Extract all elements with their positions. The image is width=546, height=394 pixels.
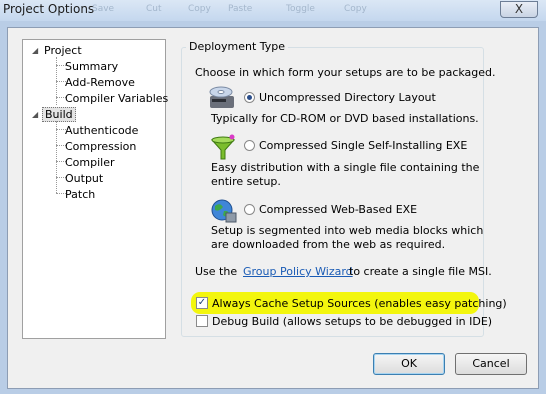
options-tree[interactable]: ◢ Project Summary Add-Remove Compiler Va… [22, 39, 168, 339]
always-cache-checkbox[interactable]: ✓ [196, 297, 208, 309]
group-policy-wizard-link[interactable]: Group Policy Wizard [243, 265, 353, 278]
deployment-type-legend: Deployment Type [186, 40, 289, 53]
background-toolbar-label: Cut [146, 4, 162, 14]
web-exe-desc-line2: are downloaded from the web as required. [211, 238, 446, 251]
single-exe-radio[interactable] [244, 140, 255, 151]
collapse-arrow-icon[interactable]: ◢ [32, 110, 38, 119]
uncompressed-desc: Typically for CD-ROM or DVD based instal… [211, 112, 479, 125]
web-exe-desc-line1: Setup is segmented into web media blocks… [211, 224, 484, 237]
window-title: Project Options [3, 2, 95, 16]
project-options-window: Project Options Save Cut Copy Paste Togg… [0, 0, 546, 394]
uncompressed-label[interactable]: Uncompressed Directory Layout [259, 91, 436, 104]
tree-item-project[interactable]: Project [44, 44, 82, 57]
background-toolbar-label: Paste [228, 4, 253, 14]
tree-item-compression[interactable]: Compression [65, 140, 136, 153]
close-icon: X [514, 2, 524, 16]
web-exe-radio[interactable] [244, 204, 255, 215]
single-exe-desc-line1: Easy distribution with a single file con… [211, 161, 480, 174]
collapse-arrow-icon[interactable]: ◢ [32, 46, 38, 55]
funnel-icon [210, 134, 236, 160]
close-button[interactable]: X [500, 1, 538, 18]
tree-item-patch[interactable]: Patch [65, 188, 95, 201]
tree-item-add-remove[interactable]: Add-Remove [65, 76, 135, 89]
group-policy-prefix: Use the [195, 265, 238, 278]
deployment-intro-text: Choose in which form your setups are to … [195, 66, 496, 79]
uncompressed-radio[interactable] [244, 92, 255, 103]
group-policy-suffix: to create a single file MSI. [349, 265, 492, 278]
single-exe-label[interactable]: Compressed Single Self-Installing EXE [259, 139, 467, 152]
tree-item-compiler[interactable]: Compiler [65, 156, 115, 169]
single-exe-desc-line2: entire setup. [211, 175, 281, 188]
background-toolbar-label: Toggle [286, 4, 315, 14]
always-cache-label[interactable]: Always Cache Setup Sources (enables easy… [212, 297, 507, 310]
tree-item-output[interactable]: Output [65, 172, 103, 185]
background-toolbar-label: Copy [188, 4, 211, 14]
debug-build-label[interactable]: Debug Build (allows setups to be debugge… [212, 315, 492, 328]
tree-connector [56, 121, 57, 193]
tree-item-summary[interactable]: Summary [65, 60, 118, 73]
tree-item-compiler-variables[interactable]: Compiler Variables [65, 92, 168, 105]
background-toolbar-label: Copy [344, 4, 367, 14]
web-exe-label[interactable]: Compressed Web-Based EXE [259, 203, 417, 216]
ok-button[interactable]: OK [373, 353, 445, 375]
background-toolbar-label: Save [92, 4, 115, 14]
tree-item-build[interactable]: Build [42, 107, 76, 122]
title-bar[interactable]: Project Options Save Cut Copy Paste Togg… [0, 0, 546, 21]
cancel-button[interactable]: Cancel [455, 353, 527, 375]
cd-drive-icon [209, 86, 234, 108]
globe-icon [211, 199, 237, 223]
debug-build-checkbox[interactable] [196, 315, 208, 327]
tree-item-authenticode[interactable]: Authenticode [65, 124, 138, 137]
